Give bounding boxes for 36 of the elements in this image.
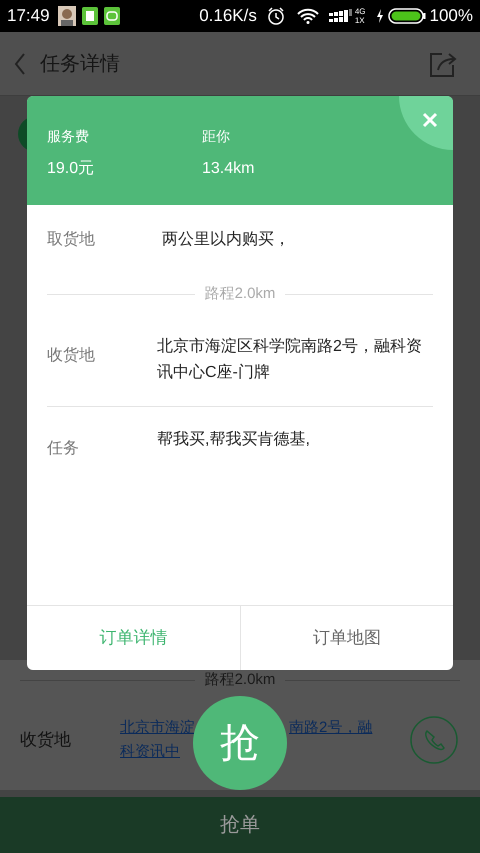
battery-icon <box>388 8 426 24</box>
clock-time: 17:49 <box>7 5 50 28</box>
action-tab[interactable]: 订单地图 <box>240 606 453 670</box>
signal-icon <box>328 9 353 23</box>
phone-icon[interactable] <box>410 716 458 764</box>
network-type: 4G <box>354 7 366 16</box>
back-icon[interactable] <box>14 52 26 74</box>
battery-level: 100% <box>430 5 473 28</box>
stat-label: 距你 <box>202 127 231 146</box>
grab-order-button[interactable]: 抢单 <box>0 797 480 853</box>
field-label: 收货地 <box>47 346 96 366</box>
action-tab[interactable]: 订单详情 <box>27 606 240 670</box>
clipboard-icon <box>82 7 98 25</box>
close-icon[interactable] <box>422 112 438 128</box>
field-value: 两公里以内购买， <box>161 230 291 250</box>
address-link[interactable]: 北京市海淀 <box>120 716 195 740</box>
page-title: 任务详情 <box>40 52 120 76</box>
avatar-icon <box>58 6 76 26</box>
network-type: 1X <box>354 16 366 25</box>
route-distance: 路程2.0km <box>204 284 276 304</box>
charging-icon <box>376 9 384 23</box>
alarm-icon <box>266 7 285 25</box>
address-link[interactable]: 科资讯中 <box>120 740 180 764</box>
corner-decoration <box>399 96 453 150</box>
field-value: 帮我买,帮我买肯德基, <box>157 430 311 450</box>
address-link[interactable]: 南路2号，融 <box>289 716 372 740</box>
stat-value: 13.4km <box>202 159 256 179</box>
field-label: 任务 <box>47 439 80 459</box>
row-label: 收货地 <box>20 729 72 752</box>
network-speed: 0.16K/s <box>199 5 257 28</box>
wifi-icon <box>296 8 319 24</box>
stat-value: 19.0元 <box>47 159 96 179</box>
field-label: 取货地 <box>47 230 96 250</box>
stat-label: 服务费 <box>47 127 90 146</box>
route-distance: 路程2.0km <box>204 670 276 690</box>
field-value: 北京市海淀区科学院南路2号，融科资讯中心C座-门牌 <box>157 336 423 383</box>
